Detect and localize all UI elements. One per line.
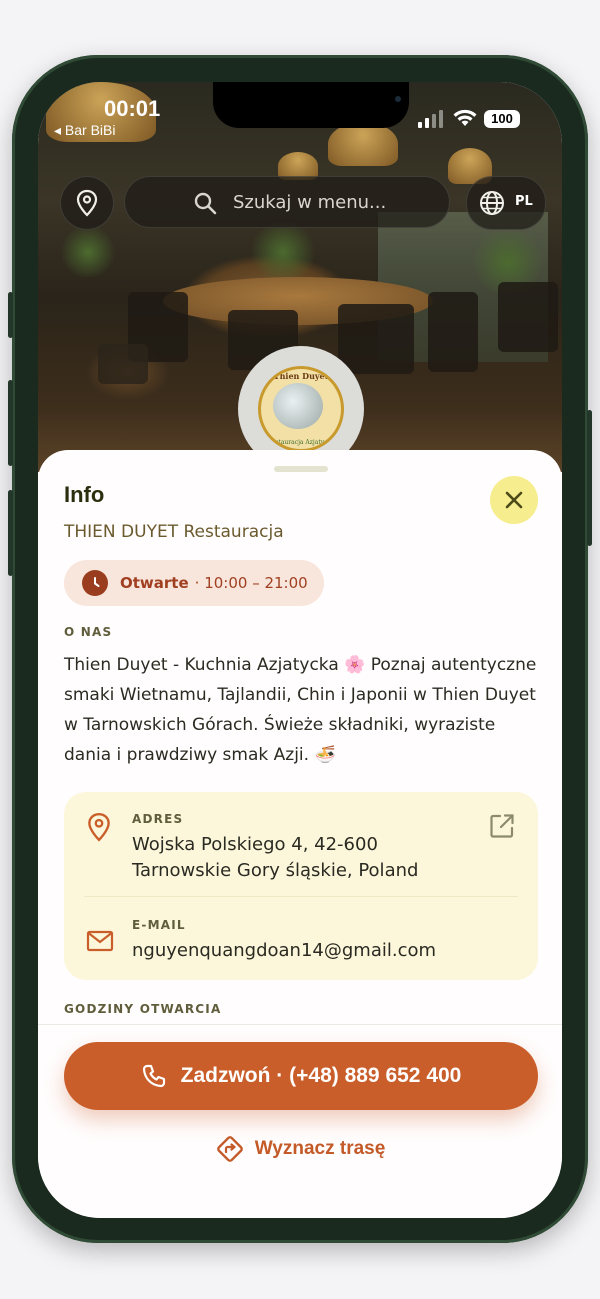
status-time: 00:01: [104, 96, 161, 121]
language-switcher[interactable]: PL: [466, 176, 546, 230]
external-link-icon[interactable]: [488, 812, 516, 840]
logo-text: Thien Duyet: [273, 371, 329, 381]
email-value[interactable]: nguyenquangdoan14@gmail.com: [132, 938, 436, 964]
route-button-label: Wyznacz trasę: [254, 1138, 386, 1159]
call-button-label: Zadzwoń · (+48) 889 652 400: [180, 1064, 462, 1087]
menu-search-input[interactable]: Szukaj w menu...: [124, 176, 450, 228]
search-icon: [194, 192, 217, 215]
logo-subtext: Restauracja Azjatycka: [267, 439, 335, 446]
map-pin-icon: [76, 189, 98, 217]
wifi-icon: [453, 109, 477, 126]
address-line-1[interactable]: Wojska Polskiego 4, 42-600: [132, 832, 378, 858]
restaurant-name: THIEN DUYET Restauracja: [64, 522, 284, 542]
opening-status-pill: Otwarte · 10:00 – 21:00: [64, 560, 324, 606]
close-button[interactable]: [490, 476, 538, 524]
globe-icon: [480, 191, 504, 215]
battery-indicator: 100: [484, 110, 520, 128]
camera-notch: [213, 82, 409, 128]
sheet-title: Info: [64, 482, 105, 507]
app-screen: 00:01 ◂ Bar BiBi 100 Szukaj w menu... PL…: [38, 82, 562, 1218]
call-button[interactable]: Zadzwoń · (+48) 889 652 400: [64, 1042, 538, 1110]
phone-icon: [142, 1064, 165, 1088]
location-button[interactable]: [60, 176, 114, 230]
map-pin-icon: [88, 812, 110, 842]
clock-icon: [82, 570, 108, 596]
back-to-app-link[interactable]: ◂ Bar BiBi: [54, 122, 116, 139]
email-label: E-MAIL: [132, 918, 186, 932]
volume-up-button: [8, 380, 13, 466]
power-button: [587, 410, 592, 546]
opening-hours-heading: GODZINY OTWARCIA: [64, 1002, 222, 1016]
route-button[interactable]: Wyznacz trasę: [38, 1134, 562, 1164]
mail-icon: [86, 930, 114, 952]
volume-down-button: [8, 490, 13, 576]
address-label: ADRES: [132, 812, 184, 826]
info-sheet: Info THIEN DUYET Restauracja Otwarte · 1…: [38, 450, 562, 1218]
about-text: Thien Duyet - Kuchnia Azjatycka 🌸 Poznaj…: [64, 655, 537, 765]
hours-range: · 10:00 – 21:00: [194, 574, 308, 592]
directions-icon: [216, 1136, 243, 1162]
contact-card: ADRES Wojska Polskiego 4, 42-600 Tarnows…: [64, 792, 538, 980]
address-line-2[interactable]: Tarnowskie Gory śląskie, Poland: [132, 858, 418, 884]
about-heading: O NAS: [64, 625, 113, 639]
open-status: Otwarte: [120, 574, 189, 592]
close-icon: [505, 491, 523, 509]
language-label: PL: [515, 194, 533, 209]
search-placeholder: Szukaj w menu...: [233, 191, 387, 213]
side-button: [8, 292, 13, 338]
cellular-signal-icon: [418, 110, 443, 128]
divider: [38, 1024, 562, 1025]
sheet-grabber[interactable]: [274, 466, 328, 472]
